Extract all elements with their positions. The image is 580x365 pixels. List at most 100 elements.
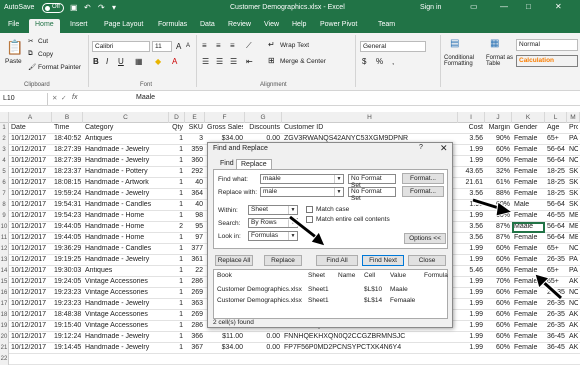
table-cell[interactable]: $11.00 bbox=[207, 333, 243, 340]
chevron-down-icon[interactable]: ▼ bbox=[334, 188, 343, 196]
table-cell[interactable]: 19:12:24 bbox=[54, 333, 81, 340]
table-cell[interactable]: 1 bbox=[171, 190, 183, 197]
table-cell[interactable]: 1 bbox=[171, 300, 183, 307]
table-cell[interactable]: 1 bbox=[171, 201, 183, 208]
table-cell[interactable]: 1 bbox=[171, 333, 183, 340]
table-cell[interactable]: Female bbox=[514, 344, 543, 351]
row-number[interactable]: 3 bbox=[0, 145, 9, 156]
table-cell[interactable]: 97 bbox=[187, 234, 203, 241]
column-header[interactable]: F bbox=[205, 112, 245, 123]
font-name-select[interactable]: Calibri bbox=[92, 41, 150, 52]
column-header[interactable]: C bbox=[83, 112, 169, 123]
row-number[interactable]: 8 bbox=[0, 200, 9, 211]
table-cell[interactable]: 56-64 bbox=[547, 146, 565, 153]
table-cell[interactable]: 19:19:25 bbox=[54, 256, 81, 263]
align-center-icon[interactable]: ☰ bbox=[216, 57, 223, 66]
row-number[interactable]: 22 bbox=[0, 354, 9, 365]
table-cell[interactable]: AK bbox=[569, 311, 578, 318]
table-cell[interactable]: Vintage Accessories bbox=[85, 278, 167, 285]
fx-icon[interactable]: fx bbox=[72, 94, 77, 101]
table-cell[interactable]: Female bbox=[514, 212, 543, 219]
table-cell[interactable]: SK bbox=[569, 168, 578, 175]
italic-icon[interactable]: I bbox=[106, 57, 108, 66]
table-cell[interactable]: NO bbox=[569, 300, 578, 307]
table-cell[interactable]: Female bbox=[514, 190, 543, 197]
table-cell[interactable]: MB bbox=[569, 212, 578, 219]
table-cell[interactable]: 360 bbox=[187, 157, 203, 164]
table-cell[interactable]: 60% bbox=[487, 256, 510, 263]
column-header[interactable]: G bbox=[245, 112, 282, 123]
table-cell[interactable]: Female bbox=[514, 311, 543, 318]
table-cell[interactable]: 0.00 bbox=[247, 333, 280, 340]
table-cell[interactable]: Female bbox=[514, 146, 543, 153]
table-cell[interactable]: 10/12/2017 bbox=[11, 157, 50, 164]
font-color-icon[interactable]: A bbox=[172, 57, 177, 66]
column-header[interactable]: E bbox=[185, 112, 205, 123]
find-what-input[interactable]: maale ▼ bbox=[260, 174, 344, 184]
align-bottom-icon[interactable]: ≡ bbox=[230, 41, 235, 50]
options-button[interactable]: Options << bbox=[404, 233, 446, 244]
fill-color-icon[interactable]: ◆ bbox=[155, 57, 161, 66]
table-cell[interactable]: PA bbox=[569, 267, 578, 274]
table-cell[interactable]: Vintage Accessories bbox=[85, 289, 167, 296]
table-cell[interactable]: 364 bbox=[187, 190, 203, 197]
table-cell[interactable]: 1 bbox=[171, 289, 183, 296]
column-header[interactable]: M bbox=[567, 112, 580, 123]
table-cell[interactable]: Age bbox=[547, 124, 565, 131]
table-cell[interactable]: 1 bbox=[171, 179, 183, 186]
tab-replace[interactable]: Replace bbox=[236, 159, 272, 169]
table-cell[interactable]: PA bbox=[569, 256, 578, 263]
formula-input[interactable]: Maale bbox=[136, 94, 155, 101]
format-table-icon[interactable]: ▦ bbox=[490, 38, 499, 49]
table-cell[interactable]: Margin bbox=[487, 124, 510, 131]
row-number[interactable]: 18 bbox=[0, 310, 9, 321]
row-number[interactable]: 13 bbox=[0, 255, 9, 266]
table-cell[interactable]: 269 bbox=[187, 311, 203, 318]
table-cell[interactable]: 0.00 bbox=[247, 344, 280, 351]
column-header[interactable]: L bbox=[545, 112, 567, 123]
table-cell[interactable]: 56-64 bbox=[547, 157, 565, 164]
table-cell[interactable]: SK bbox=[569, 190, 578, 197]
replace-button[interactable]: Replace bbox=[264, 255, 302, 266]
table-cell[interactable]: 60% bbox=[487, 344, 510, 351]
autosave-toggle[interactable]: Off bbox=[42, 3, 64, 13]
merge-center-button[interactable]: Merge & Center bbox=[280, 58, 326, 65]
table-cell[interactable]: Vintage Accessories bbox=[85, 322, 167, 329]
table-cell[interactable]: 60% bbox=[487, 157, 510, 164]
results-header-value[interactable]: Value bbox=[390, 272, 406, 279]
table-cell[interactable]: 18:23:37 bbox=[54, 168, 81, 175]
table-cell[interactable]: 60% bbox=[487, 289, 510, 296]
table-cell[interactable]: 286 bbox=[187, 278, 203, 285]
table-cell[interactable]: 43.65 bbox=[460, 168, 483, 175]
comma-icon[interactable]: , bbox=[392, 57, 394, 66]
table-cell[interactable]: 286 bbox=[187, 322, 203, 329]
table-cell[interactable]: 10/12/2017 bbox=[11, 311, 50, 318]
table-cell[interactable]: 10/12/2017 bbox=[11, 234, 50, 241]
table-cell[interactable]: AK bbox=[569, 333, 578, 340]
table-cell[interactable]: 1.99 bbox=[460, 278, 483, 285]
result-book[interactable]: Customer Demographics.xlsx bbox=[217, 297, 302, 304]
table-cell[interactable]: 18:40:52 bbox=[54, 135, 81, 142]
table-cell[interactable]: 18-25 bbox=[547, 179, 565, 186]
tab-find[interactable]: Find bbox=[216, 159, 238, 168]
table-cell[interactable]: Qty bbox=[171, 124, 183, 131]
table-cell[interactable]: 87% bbox=[487, 223, 510, 230]
table-cell[interactable]: 60% bbox=[487, 333, 510, 340]
table-cell[interactable]: 98 bbox=[187, 212, 203, 219]
orientation-icon[interactable]: ⟋ bbox=[246, 41, 252, 51]
table-cell[interactable]: 1 bbox=[171, 168, 183, 175]
result-book[interactable]: Customer Demographics.xlsx bbox=[217, 286, 302, 293]
table-cell[interactable]: 1 bbox=[171, 135, 183, 142]
table-cell[interactable]: 292 bbox=[187, 168, 203, 175]
table-cell[interactable]: MB bbox=[569, 234, 578, 241]
table-cell[interactable]: 66% bbox=[487, 267, 510, 274]
table-cell[interactable]: 2 bbox=[171, 223, 183, 230]
table-cell[interactable]: 10/12/2017 bbox=[11, 179, 50, 186]
table-cell[interactable]: 3.56 bbox=[460, 223, 483, 230]
cancel-formula-icon[interactable]: ✕ bbox=[52, 94, 57, 102]
tab-data[interactable]: Data bbox=[200, 21, 215, 28]
underline-icon[interactable]: U bbox=[118, 57, 124, 66]
table-cell[interactable]: 19:24:05 bbox=[54, 278, 81, 285]
table-cell[interactable]: Handmade - Jewelry bbox=[85, 344, 167, 351]
table-cell[interactable]: 10/12/2017 bbox=[11, 333, 50, 340]
